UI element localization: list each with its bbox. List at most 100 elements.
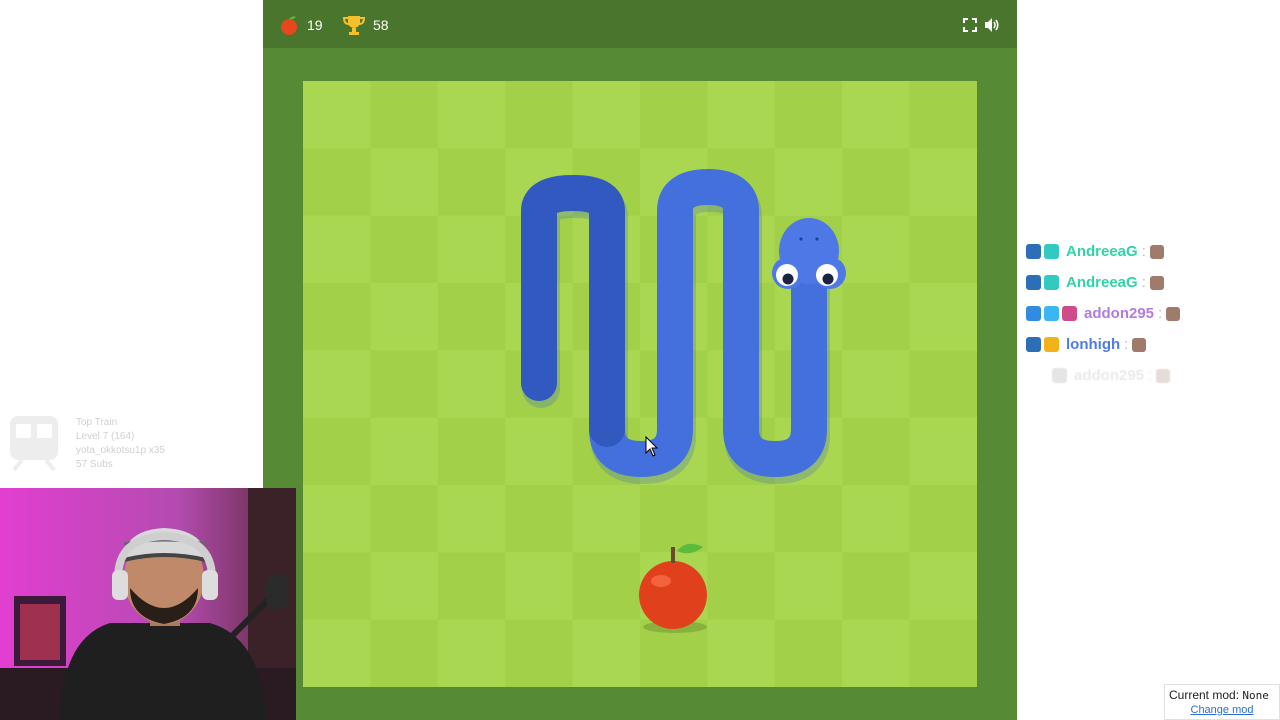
hype-train-widget: Top Train Level 7 (164) yota_okkotsu1p x… [6,414,256,474]
chat-separator: : [1148,367,1153,384]
chat-message: addon295 : [1052,360,1266,391]
train-icon [10,416,58,472]
board-tile [437,350,506,419]
board-tile [303,81,371,149]
board-tile [437,81,506,149]
board-tile [572,485,641,553]
board-tile [842,417,911,486]
board-tile [370,619,439,687]
sound-button[interactable] [981,14,1003,36]
chat-separator: : [1141,243,1146,260]
chat-username: lonhigh [1066,336,1121,353]
high-score-value: 58 [373,17,389,33]
badge-icon [1044,275,1059,290]
mod-label: Current mod: [1169,688,1240,702]
chat-separator: : [1141,274,1146,291]
board-tile [303,552,371,621]
chat-username: addon295 [1074,367,1145,384]
badge-icon [1044,306,1059,321]
board-tile [842,552,911,621]
board-tile [437,215,506,284]
train-title: Top Train [76,417,118,428]
board-tile [370,283,439,351]
board-tile [437,417,506,486]
board-tile [909,619,977,687]
chat-separator: : [1124,336,1129,353]
board-tile [303,215,371,284]
chat-username: AndreeaG [1066,243,1138,260]
board-tile [370,81,439,149]
emote-icon [1149,244,1164,259]
board-tile [303,485,371,553]
change-mod-link[interactable]: Change mod [1169,704,1275,716]
badge-icon [1044,244,1059,259]
board-tile [909,81,977,149]
mod-value: None [1242,689,1269,702]
badge-icon [1026,275,1041,290]
chat-separator: : [1158,305,1163,322]
board-tile [505,81,574,149]
board-tile [774,552,843,621]
stream-layout: 19 58 AndreeaG: AndreeaG: addon295: l… [0,0,1280,720]
emote-icon [1132,337,1147,352]
board-tile [437,485,506,553]
fullscreen-icon [963,18,977,32]
board-tile [572,552,641,621]
board-tile [505,417,574,486]
apple-count: 19 [307,17,323,33]
board-tile [303,619,371,687]
board-tile [842,215,911,284]
board-tile [774,619,843,687]
board-tile [505,552,574,621]
board-tile [909,552,977,621]
board-tile [842,619,911,687]
board-tile [707,81,776,149]
chat-message: AndreeaG : [1026,267,1266,298]
board-tile [505,619,574,687]
emote-icon [1166,306,1181,321]
board-tile [437,619,506,687]
board-tile [437,552,506,621]
train-level: Level 7 (164) [76,431,135,442]
sound-icon [985,18,999,32]
train-user: yota_okkotsu1p x35 [76,445,165,456]
train-subs: 57 Subs [76,459,113,470]
badge-icon [1026,337,1041,352]
board-tile [640,81,708,149]
board-tile [370,350,439,419]
badge-icon [1062,306,1077,321]
board-tile [437,148,506,217]
game-board[interactable] [303,81,977,687]
chat-username: AndreeaG [1066,274,1138,291]
board-tile [774,485,843,553]
game-hud: 19 58 [263,0,1017,48]
chat-message: lonhigh : [1026,329,1266,360]
board-tile [370,215,439,284]
board-tile [707,619,776,687]
crown-icon [1044,337,1059,352]
snake-game: 19 58 [263,0,1017,720]
board-tile [909,485,977,553]
board-tile [640,485,708,553]
board-tile [909,148,977,217]
board-tile [303,350,371,419]
trophy-icon [343,16,365,35]
fullscreen-button[interactable] [959,14,981,36]
board-tile [370,552,439,621]
emote-icon [1149,275,1164,290]
chat-message: AndreeaG : [1026,236,1266,267]
board-tile [909,350,977,419]
board-tile [842,148,911,217]
emote-icon [1156,368,1171,383]
mod-panel: Current mod: None Change mod [1164,684,1280,720]
board-tile [842,350,911,419]
board-canvas [303,81,977,687]
board-tile [370,148,439,217]
board-tile [707,552,776,621]
badge-icon [1026,244,1041,259]
board-tile [370,417,439,486]
board-tile [707,485,776,553]
apple-score: 19 [279,12,323,38]
high-score: 58 [343,12,389,38]
board-tile [437,283,506,351]
